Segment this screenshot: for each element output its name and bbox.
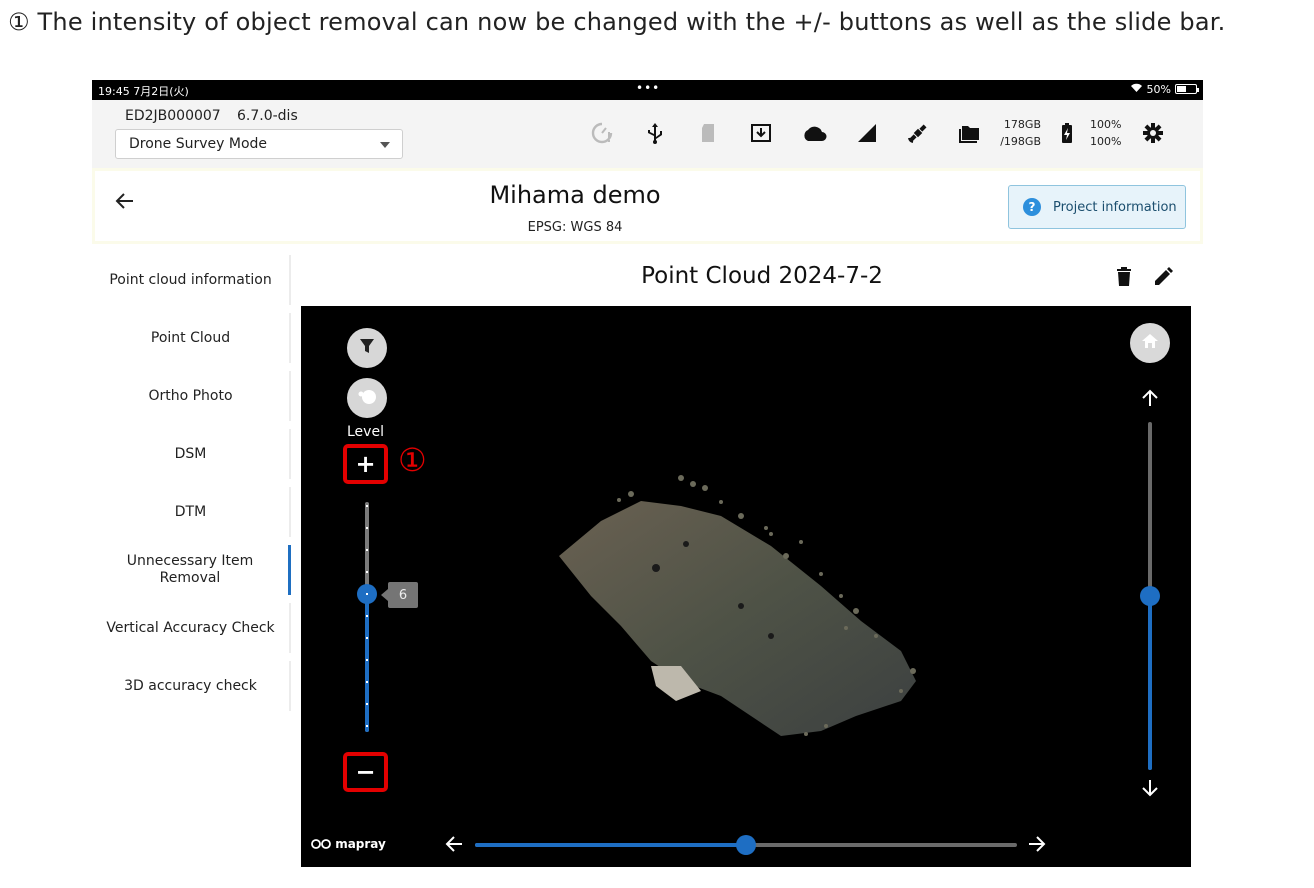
sidebar-item-label: Point cloud information — [109, 271, 272, 288]
sidebar-item-label: 3D accuracy check — [124, 677, 257, 694]
level-tick — [366, 527, 368, 529]
arrow-left-icon[interactable] — [444, 834, 464, 859]
tablet-screen: 19:45 7月2日(火) ••• 50% ED2JB000007 6.7.0-… — [92, 80, 1203, 870]
multitask-dots: ••• — [636, 81, 661, 95]
device-toolbar: ED2JB000007 6.7.0-dis Drone Survey Mode — [92, 100, 1203, 168]
signal-icon[interactable] — [853, 120, 881, 146]
filter-button[interactable] — [347, 328, 387, 368]
horizontal-slider-fill — [475, 843, 746, 847]
point-cloud-viewer[interactable]: Level + ① 6 − mapray — [301, 306, 1191, 867]
brush-size-button[interactable] — [347, 378, 387, 418]
pencil-icon[interactable] — [1152, 266, 1174, 288]
instruction-caption: ① The intensity of object removal can no… — [8, 8, 1226, 36]
level-tick — [366, 549, 368, 551]
chevron-down-icon — [380, 142, 390, 148]
point-cloud-title: Point Cloud 2024-7-2 — [641, 263, 883, 289]
folder-icon[interactable] — [956, 120, 984, 146]
battery-charging-icon — [1053, 120, 1081, 146]
download-box-icon[interactable] — [747, 120, 775, 146]
project-epsg: EPSG: WGS 84 — [527, 220, 623, 235]
trash-icon[interactable] — [1114, 266, 1134, 288]
help-icon: ? — [1023, 198, 1041, 216]
filter-icon — [359, 337, 375, 359]
level-tick — [366, 615, 368, 617]
sidebar-item-label: Unnecessary Item Removal — [126, 553, 254, 586]
storage-total: /198GB — [1000, 135, 1041, 148]
wifi-icon — [1130, 82, 1143, 96]
level-value-tooltip: 6 — [381, 582, 418, 608]
sidebar-item-point-cloud-information[interactable]: Point cloud information — [92, 255, 291, 305]
status-right: 50% — [1130, 82, 1199, 96]
level-tick — [366, 703, 368, 705]
gauge-alert-icon[interactable] — [588, 120, 616, 146]
battery-icon — [1175, 84, 1199, 94]
level-tick — [366, 659, 368, 661]
sidebar-item-label: Ortho Photo — [148, 387, 233, 404]
sidebar-item-dtm[interactable]: DTM — [92, 487, 291, 537]
battery-2: 100% — [1090, 135, 1122, 148]
home-button[interactable] — [1130, 323, 1170, 363]
battery-readout: 100% 100% — [1090, 116, 1121, 150]
project-information-button[interactable]: ? Project information — [1008, 185, 1186, 229]
level-plus-button[interactable]: + — [343, 444, 388, 484]
callout-marker: ① — [398, 441, 427, 479]
status-time: 19:45 7月2日(火) — [98, 85, 189, 98]
home-icon — [1141, 333, 1159, 353]
sidebar-item-vertical-accuracy-check[interactable]: Vertical Accuracy Check — [92, 603, 291, 653]
sd-card-icon[interactable] — [694, 120, 722, 146]
arrow-up-icon[interactable] — [1140, 388, 1160, 413]
horizontal-slider-thumb[interactable] — [736, 835, 756, 855]
project-header: Mihama demo EPSG: WGS 84 ? Project infor… — [92, 168, 1203, 244]
sidebar-item-unnecessary-item-removal[interactable]: Unnecessary Item Removal — [92, 545, 291, 595]
mode-select-value: Drone Survey Mode — [129, 136, 268, 152]
level-minus-button[interactable]: − — [343, 752, 388, 792]
sidebar-item-label: Vertical Accuracy Check — [106, 619, 275, 636]
sidebar-item-3d-accuracy-check[interactable]: 3D accuracy check — [92, 661, 291, 711]
firmware-version: 6.7.0-dis — [237, 108, 298, 124]
status-bar: 19:45 7月2日(火) ••• 50% — [92, 80, 1203, 100]
satellite-icon[interactable] — [904, 120, 932, 146]
storage-used: 178GB — [1003, 118, 1041, 131]
gear-icon[interactable] — [1139, 120, 1167, 146]
level-tick — [366, 505, 368, 507]
level-tick — [366, 637, 368, 639]
sidebar-item-point-cloud[interactable]: Point Cloud — [92, 313, 291, 363]
project-information-label: Project information — [1053, 199, 1177, 215]
cloud-icon[interactable] — [800, 120, 828, 146]
level-label: Level — [347, 424, 384, 440]
device-id: ED2JB000007 — [125, 108, 221, 124]
usb-icon[interactable] — [641, 120, 669, 146]
level-tick — [366, 681, 368, 683]
sidebar-item-label: Point Cloud — [150, 329, 231, 346]
level-tick — [366, 571, 368, 573]
mapray-logo: mapray — [311, 837, 386, 851]
level-tick — [366, 725, 368, 727]
vertical-slider-fill — [1148, 596, 1152, 770]
logo-text: mapray — [335, 837, 386, 851]
battery-percent: 50% — [1146, 82, 1171, 96]
brush-dots-icon — [355, 387, 379, 409]
sidebar-item-ortho-photo[interactable]: Ortho Photo — [92, 371, 291, 421]
storage-readout: 178GB /198GB — [997, 116, 1041, 150]
vertical-slider-thumb[interactable] — [1140, 586, 1160, 606]
mode-select[interactable]: Drone Survey Mode — [115, 129, 403, 159]
point-cloud-render[interactable] — [301, 306, 1191, 867]
level-tick — [366, 593, 368, 595]
sidebar-item-label: DTM — [174, 503, 207, 520]
sidebar-item-label: DSM — [174, 445, 207, 462]
arrow-down-icon[interactable] — [1140, 778, 1160, 803]
battery-1: 100% — [1090, 118, 1122, 131]
arrow-right-icon[interactable] — [1027, 834, 1047, 859]
sidebar-item-dsm[interactable]: DSM — [92, 429, 291, 479]
project-title: Mihama demo — [489, 181, 661, 209]
